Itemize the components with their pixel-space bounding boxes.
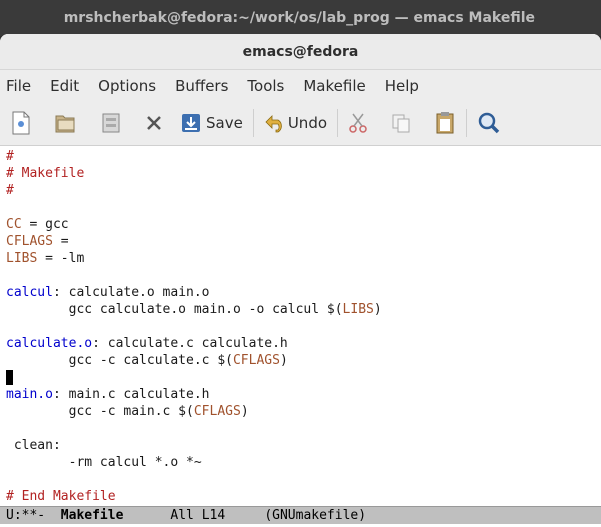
emacs-window: emacs@fedora File Edit Options Buffers T… xyxy=(0,34,601,527)
variable-name: CC xyxy=(6,217,22,232)
close-icon xyxy=(147,116,161,130)
modeline-status: U:**- xyxy=(6,508,61,523)
clipboard-icon xyxy=(436,112,454,134)
code-line: gcc calculate.o main.o -o calcul $(LIBS) xyxy=(6,301,601,318)
code-text: ) xyxy=(373,302,382,317)
code-line: gcc -c main.c $(CFLAGS) xyxy=(6,403,601,420)
code-text: : main.c calculate.h xyxy=(52,387,210,402)
toolbar-separator xyxy=(466,109,468,137)
code-line: CC = gcc xyxy=(6,216,601,233)
code-line: # End Makefile xyxy=(6,489,116,504)
variable-name: CFLAGS xyxy=(6,234,53,249)
code-text: gcc -c calculate.c $( xyxy=(6,353,233,368)
code-line: -rm calcul *.o *~ xyxy=(6,455,202,470)
text-cursor xyxy=(6,370,13,385)
code-line: CFLAGS = xyxy=(6,233,601,250)
menu-buffers[interactable]: Buffers xyxy=(175,77,228,95)
target-name: calcul xyxy=(6,285,53,300)
file-cabinet-icon xyxy=(102,113,120,133)
menu-options[interactable]: Options xyxy=(98,77,156,95)
terminal-title-bar: mrshcherbak@fedora:~/work/os/lab_prog — … xyxy=(0,0,601,36)
search-icon xyxy=(478,112,500,134)
menu-edit[interactable]: Edit xyxy=(50,77,79,95)
variable-name: LIBS xyxy=(342,302,374,317)
modeline-mode: (GNUmakefile) xyxy=(264,508,367,523)
code-line: calculate.o: calculate.c calculate.h xyxy=(6,335,601,352)
code-text: gcc calculate.o main.o -o calcul $( xyxy=(6,302,343,317)
code-text: : calculate.c calculate.h xyxy=(92,336,288,351)
undo-button[interactable]: Undo xyxy=(264,108,327,138)
menu-tools[interactable]: Tools xyxy=(247,77,284,95)
close-buffer-button[interactable] xyxy=(144,108,164,138)
code-line: gcc -c calculate.c $(CFLAGS) xyxy=(6,352,601,369)
code-line: calcul: calculate.o main.o xyxy=(6,284,601,301)
save-label: Save xyxy=(206,114,243,132)
modeline-position: All L14 xyxy=(123,508,265,523)
undo-label: Undo xyxy=(287,114,328,132)
code-text: : calculate.o main.o xyxy=(52,285,210,300)
code-text: = gcc xyxy=(21,217,69,232)
menu-file[interactable]: File xyxy=(6,77,31,95)
undo-icon xyxy=(265,115,282,133)
menu-makefile[interactable]: Makefile xyxy=(303,77,365,95)
target-name: calculate.o xyxy=(6,336,93,351)
code-text: ) xyxy=(240,404,249,419)
menu-help[interactable]: Help xyxy=(385,77,419,95)
code-text: = xyxy=(52,234,69,249)
code-line: clean: xyxy=(6,438,61,453)
code-line xyxy=(6,369,601,386)
menu-bar: File Edit Options Buffers Tools Makefile… xyxy=(0,70,601,101)
code-text: gcc -c main.c $( xyxy=(6,404,194,419)
window-title-bar[interactable]: emacs@fedora xyxy=(0,34,601,70)
search-button[interactable] xyxy=(477,108,501,138)
copy-button[interactable] xyxy=(390,108,412,138)
variable-name: CFLAGS xyxy=(232,353,280,368)
code-line: # Makefile xyxy=(6,166,85,181)
code-text: ) xyxy=(279,353,288,368)
variable-name: LIBS xyxy=(6,251,38,266)
new-file-icon xyxy=(12,111,30,135)
window-title: emacs@fedora xyxy=(242,43,359,60)
folder-icon xyxy=(55,115,75,133)
paste-button[interactable] xyxy=(434,108,456,138)
variable-name: CFLAGS xyxy=(193,404,241,419)
dired-button[interactable] xyxy=(100,108,122,138)
save-button[interactable]: Save xyxy=(180,108,243,138)
editor-buffer[interactable]: # # Makefile # CC = gcc CFLAGS = LIBS = … xyxy=(0,146,601,512)
scissors-icon xyxy=(349,113,367,133)
modeline-buffer-name: Makefile xyxy=(60,508,124,523)
new-file-button[interactable] xyxy=(10,108,32,138)
code-line: main.o: main.c calculate.h xyxy=(6,386,601,403)
toolbar-separator xyxy=(337,109,339,137)
save-icon xyxy=(182,114,200,132)
code-line: LIBS = -lm xyxy=(6,250,601,267)
terminal-title: mrshcherbak@fedora:~/work/os/lab_prog — … xyxy=(63,10,535,26)
mode-line[interactable]: U:**- Makefile All L14 (GNUmakefile) xyxy=(0,506,601,524)
code-line: # xyxy=(6,149,14,164)
code-text: = -lm xyxy=(37,251,85,266)
cut-button[interactable] xyxy=(348,108,368,138)
toolbar: Save Undo xyxy=(0,101,601,146)
copy-icon xyxy=(392,114,410,133)
code-line: # xyxy=(6,183,14,198)
target-name: main.o xyxy=(6,387,53,402)
open-folder-button[interactable] xyxy=(54,108,78,138)
toolbar-separator xyxy=(252,109,254,137)
